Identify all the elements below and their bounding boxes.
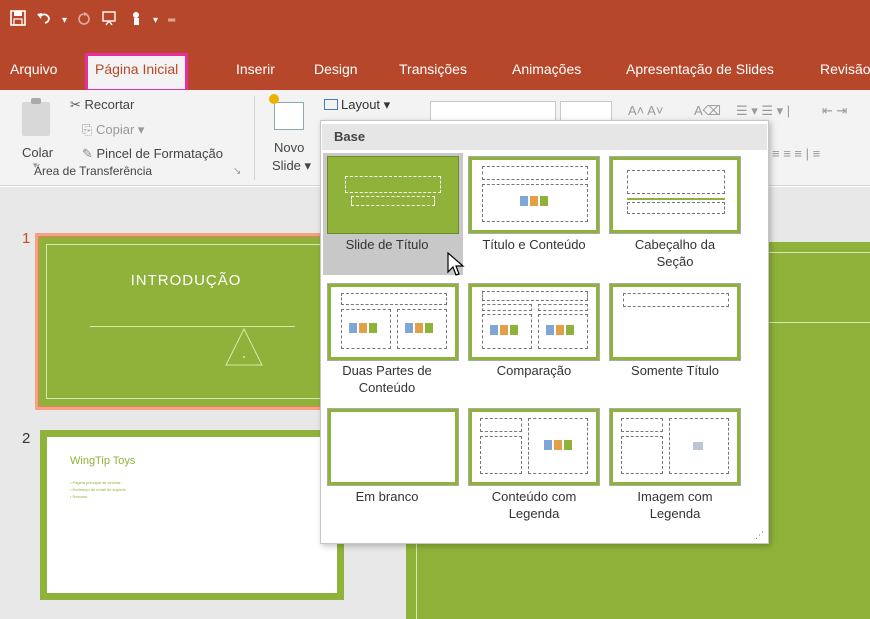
layout-label[interactable]: Duas Partes de (316, 362, 458, 379)
new-slide-button[interactable]: Novo (274, 140, 304, 155)
touch-mode-icon[interactable] (129, 10, 143, 32)
grow-font-icon[interactable]: A˄ A˅ (628, 103, 663, 118)
slide-2-title: WingTip Toys (70, 455, 136, 467)
layout-gallery-header: Base (322, 124, 767, 150)
slide-number: 2 (22, 430, 31, 447)
layout-thumb-somente-titulo[interactable] (609, 283, 741, 361)
resize-grip-icon[interactable]: ⋰ (755, 530, 764, 541)
undo-dropdown-icon[interactable]: ▾ (62, 11, 67, 31)
new-slide-dropdown[interactable]: Slide ▾ (272, 158, 311, 174)
tab-pagina-inicial[interactable]: Página Inicial (84, 53, 189, 92)
tab-animacoes[interactable]: Animações (512, 61, 581, 77)
content-icons (546, 325, 576, 337)
content-icons (544, 440, 574, 452)
save-icon[interactable] (10, 10, 26, 32)
layout-icon (324, 99, 338, 110)
layout-label[interactable]: Título e Conteúdo (463, 236, 605, 253)
customize-icon[interactable]: ═ (168, 11, 175, 31)
layout-thumb-imagem-legenda[interactable] (609, 408, 741, 486)
content-icons (405, 323, 435, 335)
slide-1-rule (90, 326, 295, 327)
tab-arquivo[interactable]: Arquivo (10, 61, 57, 77)
cut-button[interactable]: ✂ Recortar (70, 97, 134, 113)
content-icons (490, 325, 520, 337)
tab-design[interactable]: Design (314, 61, 358, 77)
layout-label[interactable]: Slide de Título (316, 236, 458, 253)
slide-number: 1 (22, 230, 31, 247)
layout-label[interactable]: Somente Título (604, 362, 746, 379)
layout-label[interactable]: Legenda (463, 505, 605, 522)
layout-label[interactable]: Imagem com (604, 488, 746, 505)
tab-inserir[interactable]: Inserir (236, 61, 275, 77)
tab-apresentacao[interactable]: Apresentação de Slides (626, 61, 774, 77)
layout-thumb-comparacao[interactable] (468, 283, 600, 361)
layout-thumb-duas-partes[interactable] (327, 283, 459, 361)
align-icons[interactable]: ≡ ≡ ≡ | ≡ (772, 146, 820, 161)
tab-transicoes[interactable]: Transições (399, 61, 467, 77)
layout-label[interactable]: Seção (604, 253, 746, 270)
layout-label[interactable]: Conteúdo com (463, 488, 605, 505)
format-painter-icon: ✎ (82, 146, 97, 161)
slide-1-border (46, 244, 340, 399)
quick-access-toolbar: ▾ ▾ ═ (10, 10, 175, 32)
layout-label[interactable]: Legenda (604, 505, 746, 522)
layout-thumb-cabecalho-secao[interactable] (609, 156, 741, 234)
paste-icon[interactable] (22, 98, 50, 136)
layout-button[interactable]: Layout ▾ (320, 95, 394, 117)
bullets-icon[interactable]: ☰ ▾ ☰ ▾ | (736, 103, 790, 119)
ribbon-separator (254, 96, 255, 180)
copy-button[interactable]: ⎘ Copiar ▾ (82, 122, 144, 138)
undo-icon[interactable] (36, 10, 52, 32)
slide-1-title: INTRODUÇÃO (130, 272, 242, 289)
content-icons (520, 196, 550, 208)
from-beginning-icon[interactable] (101, 10, 119, 32)
clear-format-icon[interactable]: A⌫ (694, 103, 721, 119)
redo-icon[interactable] (77, 10, 91, 32)
format-painter-button[interactable]: ✎ Pincel de Formatação (82, 146, 223, 162)
group-label-clipboard: Área de Transferência (34, 164, 153, 178)
layout-label[interactable]: Em branco (316, 488, 458, 505)
slide-2-bullet: • Página principal de vendas (70, 480, 121, 485)
touch-dropdown-icon[interactable]: ▾ (153, 11, 158, 31)
paste-button[interactable]: Colar (22, 145, 53, 160)
scissors-icon: ✂ (70, 97, 85, 112)
layout-thumb-slide-de-titulo[interactable] (327, 156, 459, 234)
tab-revisao[interactable]: Revisão (820, 61, 870, 77)
layout-label[interactable]: Cabeçalho da (604, 236, 746, 253)
slide-2-bullet: • Resumo (70, 494, 88, 499)
layout-thumb-em-branco[interactable] (327, 408, 459, 486)
layout-thumb-conteudo-legenda[interactable] (468, 408, 600, 486)
current-slide-rule (760, 322, 870, 323)
copy-icon: ⎘ (82, 122, 97, 137)
mouse-cursor-icon (447, 252, 465, 276)
layout-thumb-titulo-e-conteudo[interactable] (468, 156, 600, 234)
new-slide-icon[interactable] (269, 94, 304, 130)
dialog-launcher-icon[interactable]: ↘ (233, 166, 241, 177)
triangle-icon (225, 327, 263, 366)
slide-2-bullet: • Endereço de email de suporte (70, 487, 126, 492)
indent-icon[interactable]: ⇤ ⇥ (822, 103, 847, 119)
layout-label[interactable]: Conteúdo (316, 379, 458, 396)
content-icons (349, 323, 379, 335)
layout-label[interactable]: Comparação (463, 362, 605, 379)
picture-icon (693, 442, 723, 454)
